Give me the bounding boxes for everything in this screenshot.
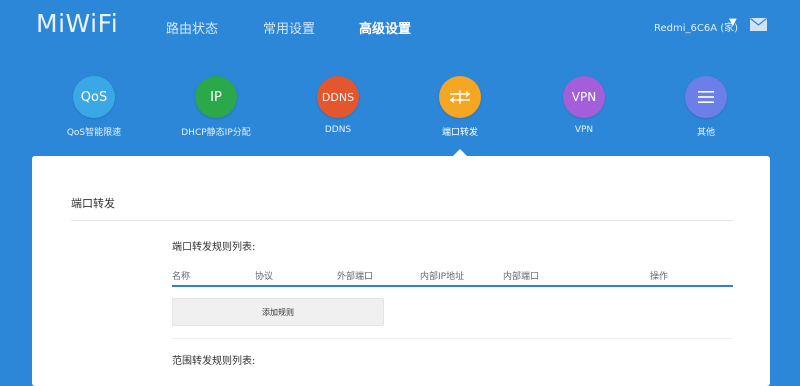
feature-port-forward[interactable]: 端口转发 xyxy=(400,76,520,138)
port-forward-icon xyxy=(439,76,481,118)
column-header-external-port: 外部端口 xyxy=(337,272,374,282)
feature-qos[interactable]: QoS QoS智能限速 xyxy=(34,76,154,138)
column-header-internal-ip: 内部IP地址 xyxy=(420,272,465,282)
feature-ddns[interactable]: DDNS DDNS xyxy=(278,76,398,135)
table-header-line xyxy=(172,285,733,287)
feature-label: 端口转发 xyxy=(441,128,478,138)
content-panel: 端口转发 端口转发规则列表: 名称 协议 外部端口 内部IP地址 内部端口 操作… xyxy=(32,156,770,386)
menu-icon xyxy=(685,76,727,118)
ddns-icon: DDNS xyxy=(317,76,359,118)
range-list-title: 范围转发规则列表: xyxy=(172,356,256,367)
feature-label: VPN xyxy=(574,125,594,135)
divider xyxy=(71,220,733,221)
tab-advanced-settings[interactable]: 高级设置 xyxy=(359,18,411,37)
feature-label: DDNS xyxy=(324,125,352,135)
tab-common-settings[interactable]: 常用设置 xyxy=(263,18,315,37)
feature-other[interactable]: 其他 xyxy=(646,76,766,138)
feature-dhcp[interactable]: IP DHCP静态IP分配 xyxy=(156,76,276,138)
mail-icon[interactable] xyxy=(750,18,767,31)
device-name[interactable]: Redmi_6C6A (家) xyxy=(654,19,738,34)
feature-label: 其他 xyxy=(696,128,715,138)
column-header-internal-port: 内部端口 xyxy=(503,272,540,282)
feature-vpn[interactable]: VPN VPN xyxy=(524,76,644,135)
tab-router-status[interactable]: 路由状态 xyxy=(166,18,218,37)
miwifi-logo: MiWiFi xyxy=(36,9,119,38)
chevron-down-icon[interactable]: ▼ xyxy=(729,17,737,28)
column-header-name: 名称 xyxy=(172,272,191,282)
vpn-icon: VPN xyxy=(563,76,605,118)
divider xyxy=(172,338,733,339)
feature-label: DHCP静态IP分配 xyxy=(181,128,251,138)
feature-label: QoS智能限速 xyxy=(66,128,122,138)
column-header-protocol: 协议 xyxy=(255,272,274,282)
ip-icon: IP xyxy=(195,76,237,118)
section-title: 端口转发 xyxy=(71,197,115,210)
qos-icon: QoS xyxy=(73,76,115,118)
add-rule-button[interactable]: 添加规则 xyxy=(172,298,384,326)
port-list-title: 端口转发规则列表: xyxy=(172,242,256,253)
column-header-action: 操作 xyxy=(650,272,669,282)
